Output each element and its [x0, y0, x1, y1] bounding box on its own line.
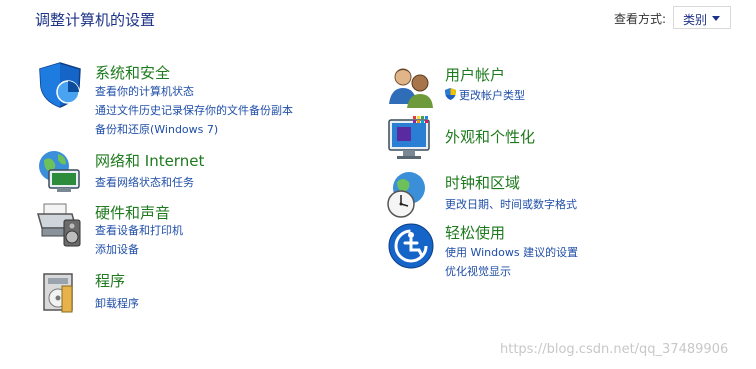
printer-speaker-icon[interactable]: [36, 200, 84, 248]
link-change-account-type[interactable]: 更改帐户类型: [445, 87, 525, 103]
link-devices-printers[interactable]: 查看设备和打印机: [95, 222, 183, 238]
category-title[interactable]: 轻松使用: [445, 222, 505, 243]
link-change-date-time-format[interactable]: 更改日期、时间或数字格式: [445, 196, 577, 212]
link-windows-recommended-settings[interactable]: 使用 Windows 建议的设置: [445, 244, 578, 260]
view-by-dropdown[interactable]: 类别: [673, 6, 731, 29]
page-title: 调整计算机的设置: [35, 11, 156, 29]
programs-disk-icon[interactable]: [36, 268, 84, 316]
link-backup-restore[interactable]: 备份和还原(Windows 7): [95, 121, 218, 137]
monitor-colors-icon[interactable]: [387, 116, 435, 164]
watermark: https://blog.csdn.net/qq_37489906: [500, 342, 729, 357]
link-file-history[interactable]: 通过文件历史记录保存你的文件备份副本: [95, 102, 293, 118]
shield-icon[interactable]: [36, 60, 84, 108]
users-icon[interactable]: [387, 64, 435, 112]
category-title[interactable]: 程序: [95, 270, 125, 291]
chevron-down-icon: [712, 16, 720, 21]
view-by-label: 查看方式:: [614, 12, 667, 26]
category-title[interactable]: 时钟和区域: [445, 172, 520, 193]
category-title[interactable]: 系统和安全: [95, 62, 170, 83]
link-uninstall-program[interactable]: 卸载程序: [95, 295, 139, 311]
network-globe-icon[interactable]: [36, 148, 84, 196]
link-optimize-visual-display[interactable]: 优化视觉显示: [445, 263, 511, 279]
link-view-computer-status[interactable]: 查看你的计算机状态: [95, 83, 194, 99]
accessibility-icon[interactable]: [387, 222, 435, 270]
clock-globe-icon[interactable]: [387, 170, 435, 218]
link-label: 更改帐户类型: [459, 89, 525, 102]
uac-shield-icon: [445, 88, 456, 100]
link-network-status[interactable]: 查看网络状态和任务: [95, 174, 194, 190]
category-title[interactable]: 硬件和声音: [95, 202, 170, 223]
category-title[interactable]: 用户帐户: [445, 64, 505, 85]
view-by-selected: 类别: [683, 13, 708, 27]
category-title[interactable]: 网络和 Internet: [95, 150, 204, 171]
category-title[interactable]: 外观和个性化: [445, 126, 535, 147]
link-add-device[interactable]: 添加设备: [95, 241, 139, 257]
